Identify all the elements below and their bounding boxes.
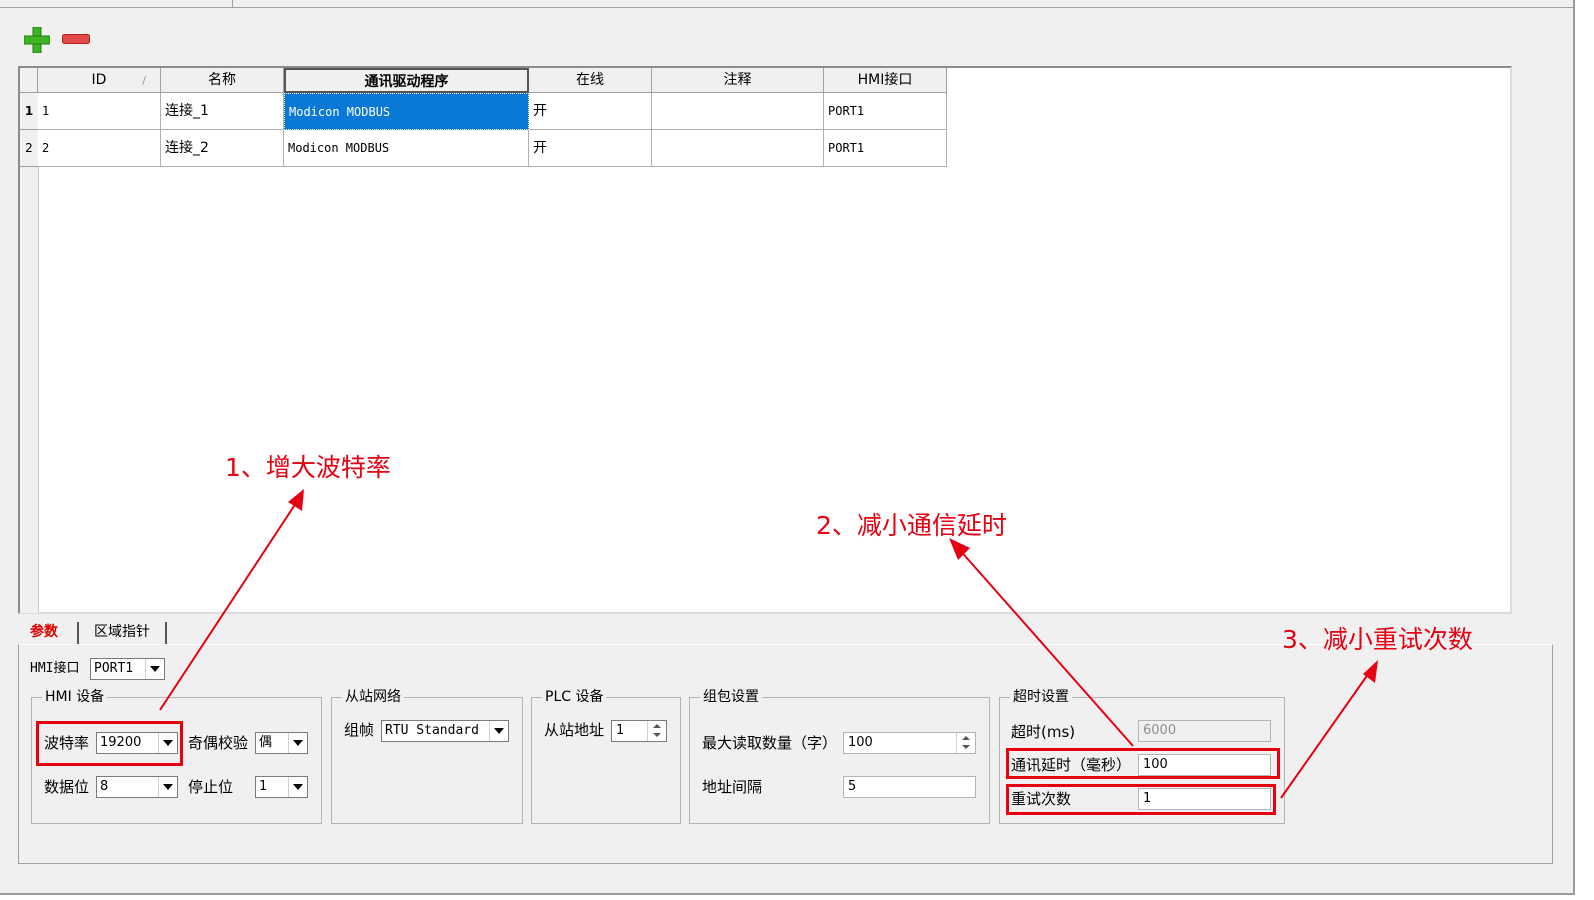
hmi-port-select[interactable]: PORT1 [90,658,165,680]
baud-rate-highlight [36,721,183,766]
corner-header [20,68,38,93]
slave-address-label: 从站地址 [544,721,605,739]
group-title: PLC 设备 [542,688,607,706]
column-header-online[interactable]: 在线 [529,68,652,93]
slave-network-group: 从站网络 [331,688,523,824]
tab-divider [77,622,79,644]
chevron-down-icon[interactable] [288,777,307,797]
group-title: 组包设置 [700,688,762,706]
slave-address-value: 1 [616,723,624,738]
parity-value: 偶 [259,735,273,750]
chevron-down-icon[interactable] [288,733,307,753]
spin-arrows-icon[interactable] [956,733,975,753]
remove-icon[interactable] [62,34,90,44]
address-gap-field[interactable]: 5 [843,776,976,798]
table-cell-driver[interactable]: Modicon MODBUS [284,93,529,130]
address-gap-label: 地址间隔 [702,778,763,796]
table-cell-name[interactable]: 连接_1 [161,93,284,130]
timeout-ms-label: 超时(ms) [1011,723,1076,741]
max-read-stepper[interactable]: 100 [843,732,976,754]
chevron-down-icon[interactable] [145,659,164,679]
group-title: HMI 设备 [42,688,108,706]
row-header[interactable]: 2 [20,130,38,167]
tab-params[interactable]: 参数 [30,620,58,644]
chevron-down-icon[interactable] [489,721,508,741]
group-title: 超时设置 [1010,688,1072,706]
frame-value: RTU Standard [385,723,479,738]
stop-bits-select[interactable]: 1 [255,776,308,798]
max-read-value: 100 [848,735,873,750]
retry-count-highlight [1006,784,1276,815]
hmi-port-value: PORT1 [94,661,134,676]
annotation-increase-baud: 1、增大波特率 [225,453,391,482]
table-cell-driver[interactable]: Modicon MODBUS [284,130,529,167]
timeout-ms-field: 6000 [1138,720,1271,742]
column-header-name[interactable]: 名称 [161,68,284,93]
max-read-label: 最大读取数量（字） [702,734,838,752]
table-cell-hmi-port[interactable]: PORT1 [824,93,947,130]
row-header-column [20,95,39,613]
spin-arrows-icon[interactable] [647,721,666,741]
table-cell-online[interactable]: 开 [529,130,652,167]
row-header[interactable]: 1 [20,93,38,130]
top-tab-strip [0,0,1573,8]
frame-label: 组帧 [344,721,375,739]
column-header-driver[interactable]: 通讯驱动程序 [284,68,529,93]
comm-delay-highlight [1006,748,1280,779]
table-cell-online[interactable]: 开 [529,93,652,130]
packet-settings-group: 组包设置 [689,688,990,824]
chevron-down-icon[interactable] [158,777,177,797]
table-cell-comment[interactable] [652,130,824,167]
sort-indicator-icon: / [142,74,146,87]
column-header-label: ID [91,72,107,88]
column-header-comment[interactable]: 注释 [652,68,824,93]
parity-label: 奇偶校验 [188,734,249,752]
slave-address-stepper[interactable]: 1 [611,720,667,742]
table-cell-name[interactable]: 连接_2 [161,130,284,167]
annotation-reduce-retries: 3、减小重试次数 [1282,625,1473,654]
stop-bits-value: 1 [259,779,268,794]
tab-area-pointer[interactable]: 区域指针 [94,620,150,644]
hmi-port-label: HMI接口 [30,661,80,676]
data-bits-value: 8 [100,779,109,794]
table-cell-id[interactable]: 2 [38,130,161,167]
plc-device-group: PLC 设备 [531,688,681,824]
annotation-reduce-delay: 2、减小通信延时 [816,511,1007,540]
add-icon[interactable] [24,27,50,53]
stop-bits-label: 停止位 [188,778,234,796]
data-bits-label: 数据位 [44,778,90,796]
group-title: 从站网络 [342,688,404,706]
table-cell-comment[interactable] [652,93,824,130]
column-header-hmi-port[interactable]: HMI接口 [824,68,947,93]
tab-divider [165,622,167,644]
table-cell-hmi-port[interactable]: PORT1 [824,130,947,167]
parity-select[interactable]: 偶 [255,732,308,754]
table-cell-id[interactable]: 1 [38,93,161,130]
column-header-id[interactable]: ID / [38,68,161,93]
data-bits-select[interactable]: 8 [96,776,178,798]
frame-select[interactable]: RTU Standard [381,720,509,742]
